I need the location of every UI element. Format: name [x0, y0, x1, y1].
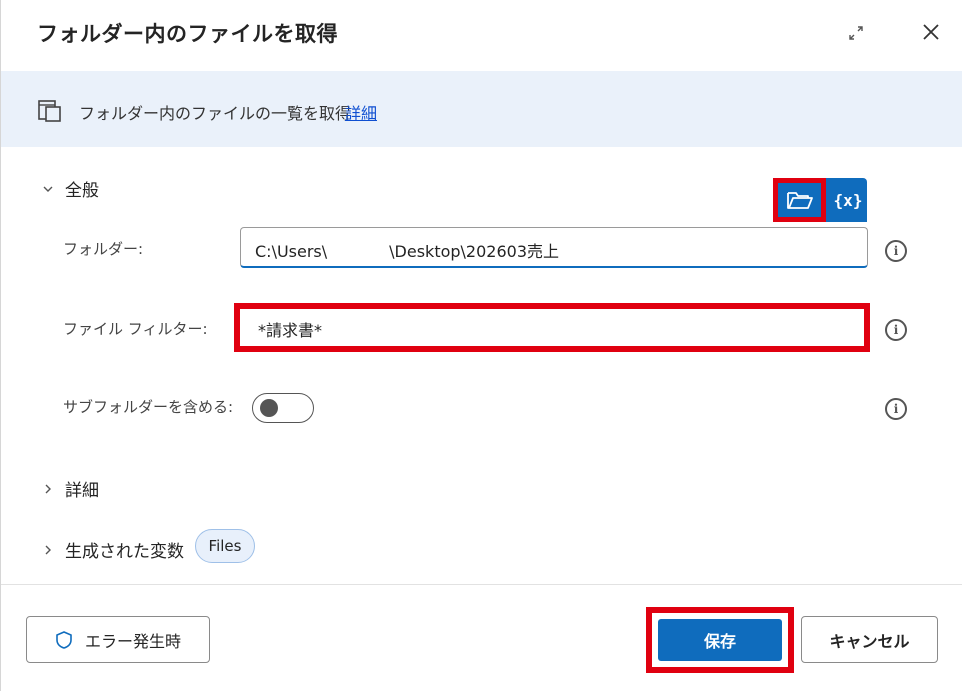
folder-value-part1: C:\Users\ [255, 242, 328, 261]
folder-input[interactable]: C:\Users\ \Desktop\202603売上 [240, 227, 868, 268]
section-general[interactable]: 全般 [41, 176, 99, 201]
folder-label: フォルダー: [63, 240, 144, 258]
expand-button[interactable] [843, 20, 869, 46]
cancel-button[interactable]: キャンセル [801, 616, 938, 663]
expand-icon [849, 26, 863, 40]
details-link[interactable]: 詳細 [345, 100, 377, 124]
info-icon[interactable]: i [885, 319, 907, 341]
dialog-title: フォルダー内のファイルを取得 [37, 22, 338, 46]
on-error-label: エラー発生時 [84, 631, 181, 651]
close-icon [923, 24, 939, 40]
section-general-label: 全般 [65, 181, 99, 201]
toggle-knob [260, 399, 278, 417]
save-button[interactable]: 保存 [658, 619, 782, 661]
chevron-right-icon [41, 543, 55, 557]
section-variables-label: 生成された変数 [65, 542, 184, 562]
files-variable-badge[interactable]: Files [195, 529, 255, 563]
shield-icon [56, 630, 72, 649]
close-button[interactable] [917, 18, 945, 46]
section-variables[interactable]: 生成された変数 [41, 537, 184, 562]
info-icon[interactable]: i [885, 240, 907, 262]
chevron-right-icon [41, 482, 55, 496]
section-advanced[interactable]: 詳細 [41, 476, 99, 501]
dialog: フォルダー内のファイルを取得 フォルダー内のファイルの一覧を取得 詳細 全般 フ… [0, 0, 962, 691]
subfolder-label: サブフォルダーを含める: [63, 398, 234, 416]
browse-folder-button[interactable] [773, 178, 826, 222]
copy-folder-icon [38, 100, 61, 122]
info-icon[interactable]: i [885, 398, 907, 420]
save-highlight: 保存 [646, 607, 794, 673]
info-banner: フォルダー内のファイルの一覧を取得 詳細 [1, 71, 962, 147]
filter-input[interactable]: *請求書* [234, 303, 870, 352]
filter-label: ファイル フィルター: [63, 320, 208, 338]
folder-value-part2: \Desktop\202603売上 [389, 242, 560, 261]
banner-text: フォルダー内のファイルの一覧を取得 [79, 104, 352, 123]
footer-divider [1, 584, 962, 585]
on-error-button[interactable]: エラー発生時 [26, 616, 210, 663]
section-advanced-label: 詳細 [65, 481, 99, 501]
folder-open-icon [786, 192, 813, 209]
chevron-down-icon [41, 182, 55, 196]
subfolder-toggle[interactable] [252, 393, 314, 423]
variable-button[interactable]: {x} [829, 178, 867, 222]
